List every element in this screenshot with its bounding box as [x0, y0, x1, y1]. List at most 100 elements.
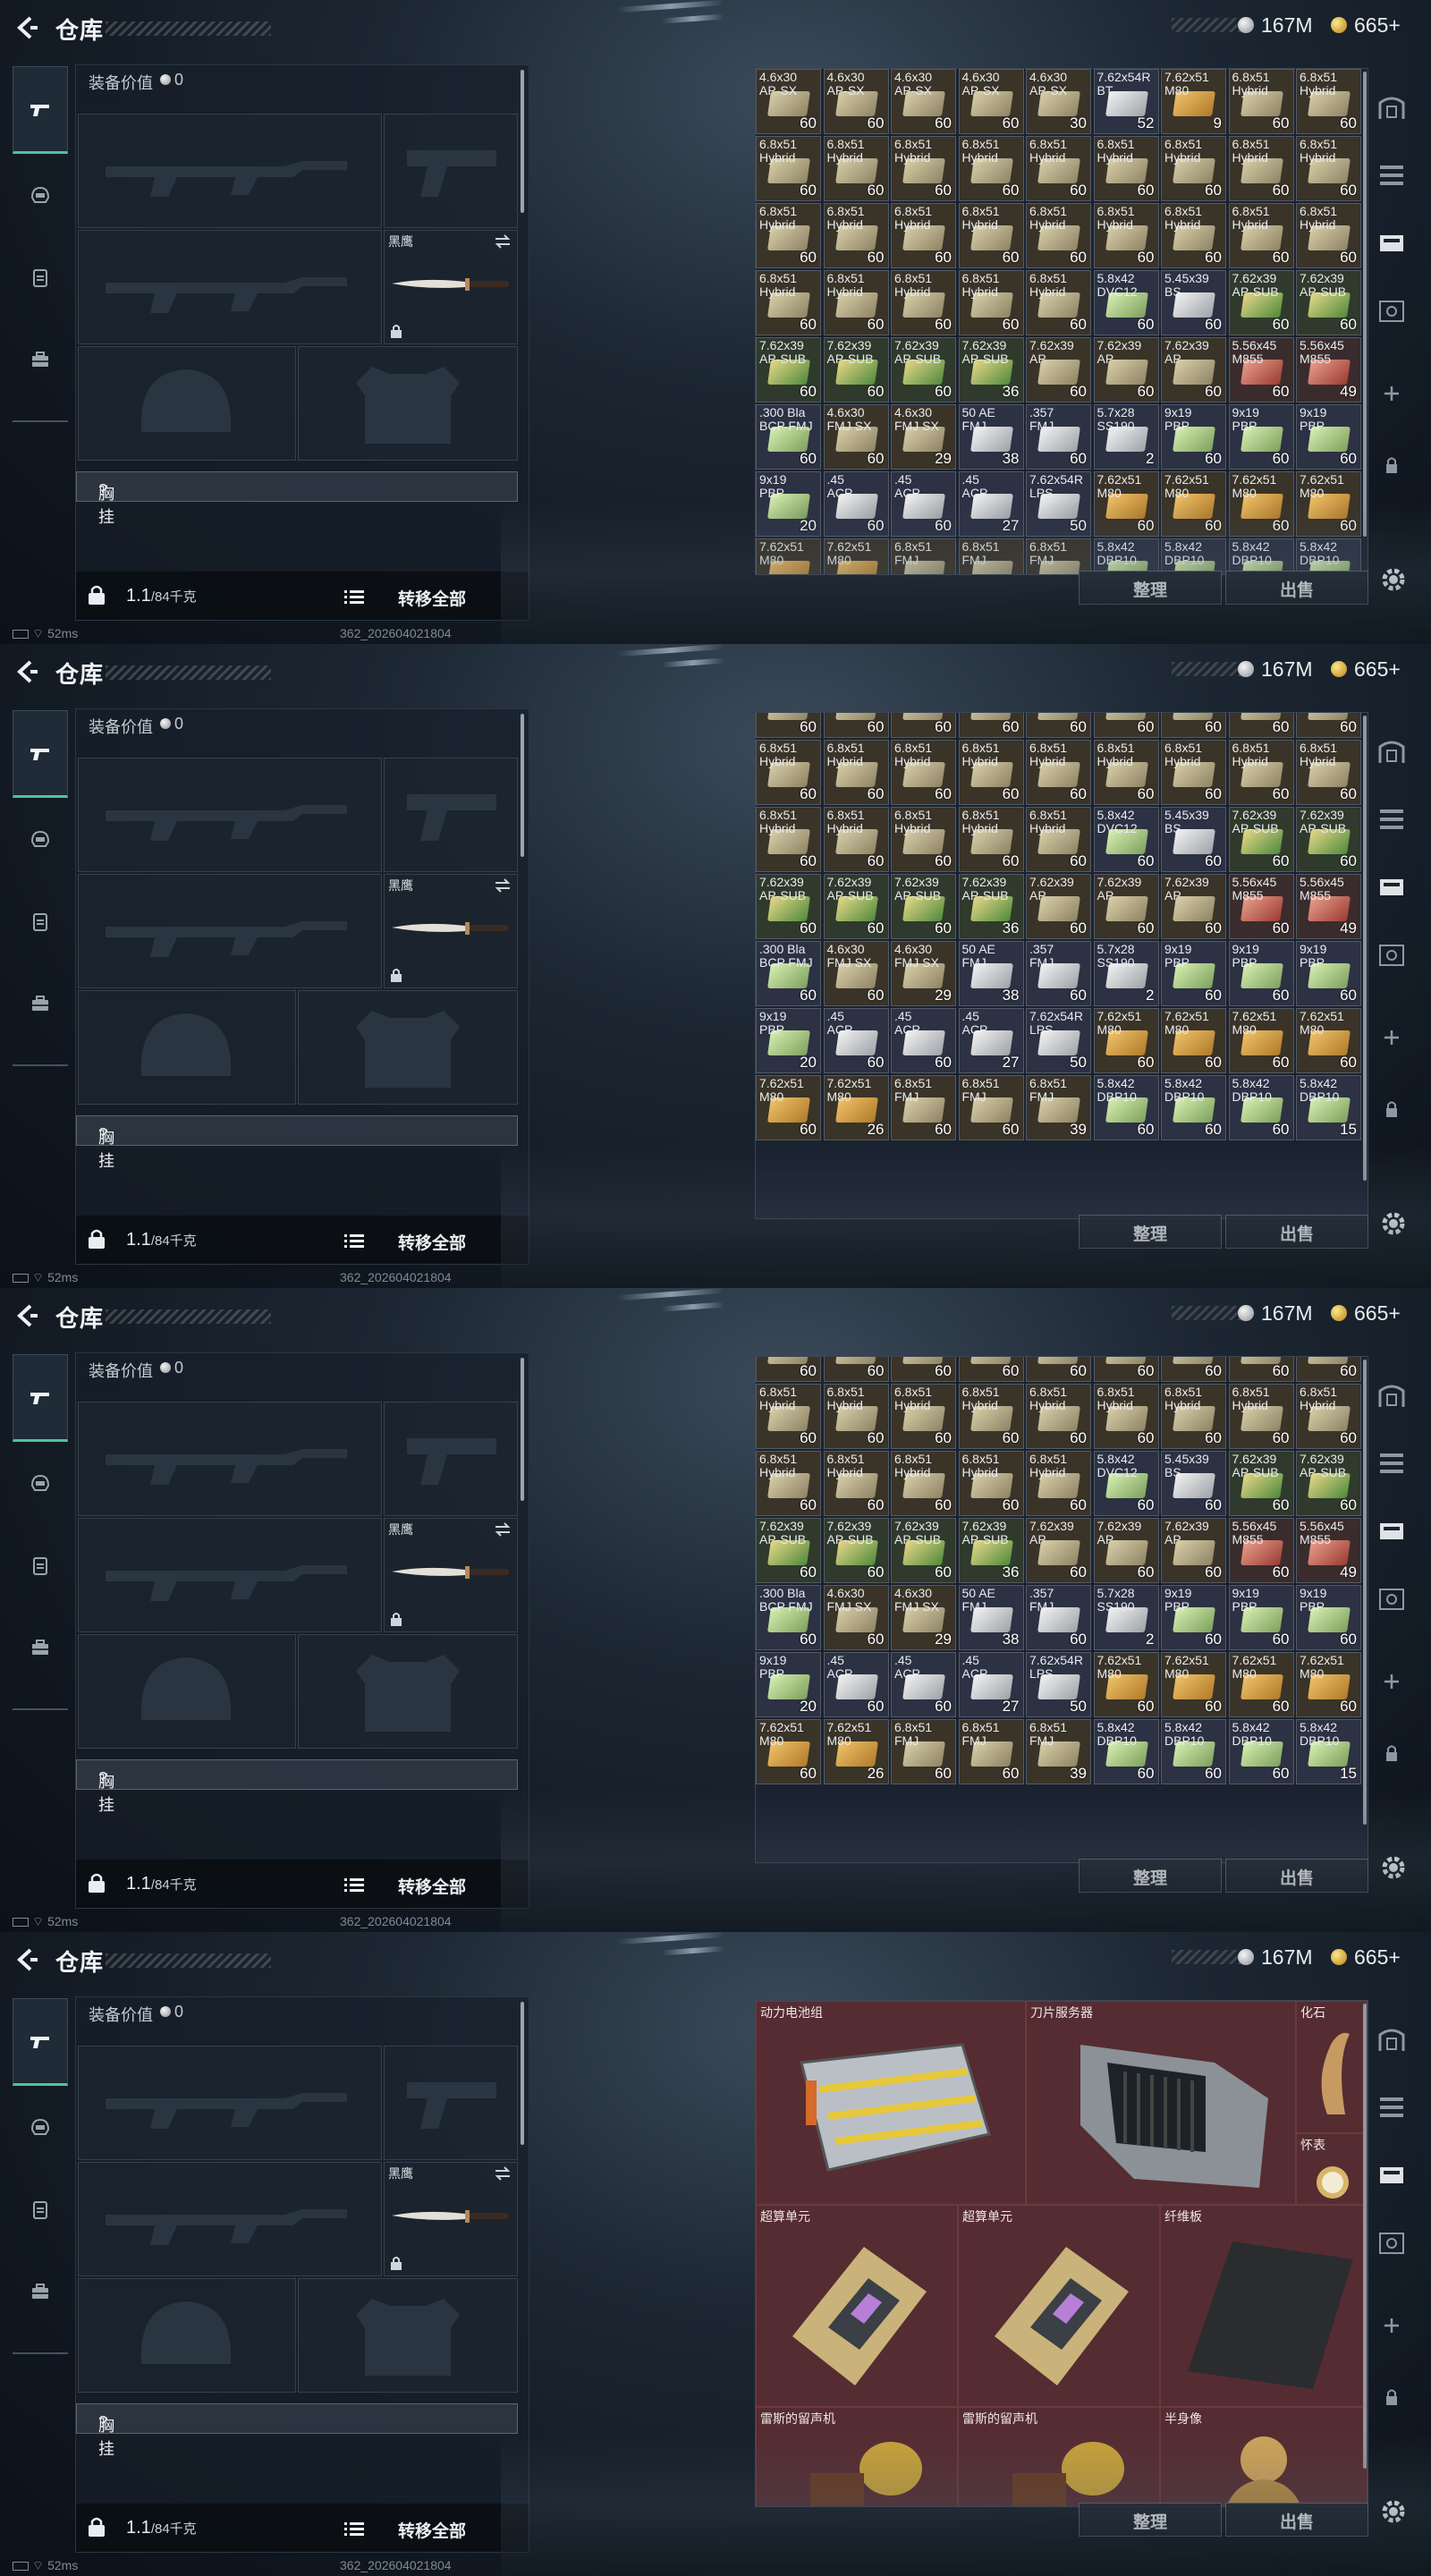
ammo-cell[interactable]: 5.45x39 BS 60 [1161, 807, 1226, 872]
gear-icon[interactable] [1377, 1852, 1410, 1884]
ammo-cell[interactable]: 7.62x39 AP-SUB 60 [891, 1518, 956, 1583]
back-button[interactable] [13, 1302, 39, 1329]
stash-tab-3[interactable] [1374, 225, 1410, 261]
ammo-cell[interactable]: 6.8x51 Hybrid 60 [1228, 740, 1294, 805]
ammo-cell[interactable]: 50 AE FMJ 38 [958, 941, 1024, 1006]
ammo-cell[interactable]: 6.8x51 Hybrid 60 [1093, 203, 1159, 268]
relic-super-unit[interactable]: 超算单元 [756, 2205, 958, 2407]
ammo-cell[interactable]: 60 [1296, 713, 1361, 738]
ammo-cell[interactable]: 6.8x51 Hybrid 60 [756, 1451, 821, 1516]
ammo-cell[interactable]: 5.7x28 SS190 2 [1093, 404, 1159, 470]
melee-slot[interactable]: 黑鹰 [384, 230, 518, 344]
ammo-cell[interactable]: 60 [756, 713, 821, 738]
ammo-cell[interactable]: 6.8x51 FMJ [891, 538, 956, 574]
stash-lock-button[interactable] [1374, 447, 1410, 483]
ammo-cell[interactable]: 7.62x39 AP-SUB 60 [823, 1518, 889, 1583]
ammo-cell[interactable]: 7.62x51 M80 60 [1296, 1008, 1361, 1073]
ammo-cell[interactable]: 5.8x42 DBP10 60 [1093, 1719, 1159, 1784]
ammo-cell[interactable]: 5.8x42 DBP10 60 [1093, 1075, 1159, 1140]
ammo-cell[interactable]: 5.8x42 DBP10 60 [1161, 1075, 1226, 1140]
ammo-cell[interactable]: 5.8x42 DBP10 [1296, 538, 1361, 574]
sort-button[interactable]: 整理 [1079, 571, 1222, 605]
ammo-cell[interactable]: .45 ACP 27 [958, 471, 1024, 537]
ammo-cell[interactable]: 60 [1228, 1357, 1294, 1382]
swap-icon[interactable] [494, 1522, 512, 1537]
ammo-cell[interactable]: 9x19 PBP 60 [1296, 404, 1361, 470]
ammo-cell[interactable]: 6.8x51 Hybrid 60 [958, 1451, 1024, 1516]
nav-backpack[interactable] [13, 236, 68, 318]
swap-icon[interactable] [494, 234, 512, 249]
ammo-cell[interactable]: 6.8x51 Hybrid 60 [891, 203, 956, 268]
ammo-cell[interactable]: 6.8x51 Hybrid 60 [958, 136, 1024, 201]
ammo-cell[interactable]: 6.8x51 Hybrid 60 [1026, 1451, 1091, 1516]
ammo-cell[interactable]: 5.8x42 DBP10 60 [1228, 1075, 1294, 1140]
ammo-cell[interactable]: 5.56x45 M855 49 [1296, 874, 1361, 939]
ammo-cell[interactable]: 50 AE FMJ 38 [958, 404, 1024, 470]
back-button[interactable] [13, 658, 39, 685]
ammo-cell[interactable]: 6.8x51 Hybrid 60 [1026, 203, 1091, 268]
ammo-cell[interactable]: 7.62x51 M80 60 [1296, 1652, 1361, 1717]
ammo-cell[interactable]: 6.8x51 Hybrid 60 [1228, 136, 1294, 201]
ammo-cell[interactable]: 6.8x51 Hybrid 60 [1296, 136, 1361, 201]
ammo-cell[interactable]: 7.62x39 AP-SUB 36 [958, 337, 1024, 402]
ammo-cell[interactable]: 6.8x51 Hybrid 60 [823, 1384, 889, 1449]
ammo-cell[interactable]: 7.62x39 AP-SUB 60 [756, 1518, 821, 1583]
nav-case[interactable] [13, 2250, 68, 2333]
ammo-cell[interactable]: 6.8x51 Hybrid 60 [823, 136, 889, 201]
ammo-cell[interactable]: 7.62x51 M80 60 [1161, 1008, 1226, 1073]
stash-tab-4[interactable] [1374, 1581, 1410, 1617]
ammo-cell[interactable]: 6.8x51 Hybrid 60 [891, 136, 956, 201]
ammo-cell[interactable]: 4.6x30 AP-SX 60 [958, 69, 1024, 134]
ammo-cell[interactable]: 4.6x30 FMJ SX 60 [823, 404, 889, 470]
stash-tab-1[interactable] [1374, 2021, 1410, 2057]
gear-icon[interactable] [1377, 1208, 1410, 1240]
ammo-cell[interactable]: .45 ACP 60 [823, 1008, 889, 1073]
secondary-weapon-slot[interactable] [78, 874, 382, 988]
ammo-cell[interactable]: 6.8x51 Hybrid 60 [1228, 1384, 1294, 1449]
sort-button[interactable]: 整理 [1079, 1859, 1222, 1893]
sell-button[interactable]: 出售 [1225, 571, 1368, 605]
stash-tab-2[interactable] [1374, 2089, 1410, 2125]
equipment-scrollbar[interactable] [521, 2002, 524, 2145]
ammo-cell[interactable]: 60 [958, 713, 1024, 738]
stash-scrollbar[interactable] [1363, 2004, 1367, 2469]
ammo-cell[interactable]: 5.45x39 BS 60 [1161, 270, 1226, 335]
add-stash-button[interactable] [1374, 2308, 1410, 2343]
ammo-cell[interactable]: .45 ACP 27 [958, 1652, 1024, 1717]
swap-icon[interactable] [494, 878, 512, 893]
ammo-cell[interactable]: 6.8x51 Hybrid 60 [1093, 1384, 1159, 1449]
ammo-cell[interactable]: 7.62x39 AP-SUB 60 [1296, 807, 1361, 872]
gear-icon[interactable] [1377, 2496, 1410, 2528]
ammo-cell[interactable]: 5.56x45 M855 49 [1296, 337, 1361, 402]
ammo-cell[interactable]: 6.8x51 Hybrid 60 [1296, 740, 1361, 805]
ammo-cell[interactable]: 7.62x39 AP-SUB 60 [823, 337, 889, 402]
ammo-cell[interactable]: 7.62x51 M80 60 [1296, 471, 1361, 537]
sell-button[interactable]: 出售 [1225, 1859, 1368, 1893]
ammo-cell[interactable]: 9x19 PBP 60 [1228, 1585, 1294, 1650]
ammo-cell[interactable]: 7.62x54R LPS 50 [1026, 471, 1091, 537]
ammo-cell[interactable]: 60 [756, 1357, 821, 1382]
ammo-cell[interactable]: 60 [1161, 1357, 1226, 1382]
ammo-cell[interactable]: 9x19 PBP 60 [1228, 404, 1294, 470]
secondary-weapon-slot[interactable] [78, 230, 382, 344]
ammo-cell[interactable]: 5.8x42 DBP10 [1093, 538, 1159, 574]
ammo-cell[interactable]: 6.8x51 Hybrid 60 [756, 807, 821, 872]
ammo-cell[interactable]: 9x19 PBP 60 [1296, 1585, 1361, 1650]
melee-slot[interactable]: 黑鹰 [384, 874, 518, 988]
ammo-cell[interactable]: 7.62x51 M80 26 [823, 1075, 889, 1140]
nav-armor[interactable] [13, 2086, 68, 2168]
helmet-slot[interactable] [78, 2278, 296, 2393]
ammo-cell[interactable]: 7.62x39 AP-SUB 60 [756, 874, 821, 939]
ammo-cell[interactable]: .357 FMJ 60 [1026, 1585, 1091, 1650]
ammo-cell[interactable]: 7.62x39 AP-SUB 60 [1228, 1451, 1294, 1516]
ammo-cell[interactable]: 5.8x42 DVC12 60 [1093, 807, 1159, 872]
ammo-cell[interactable]: 7.62x39 AP-SUB 36 [958, 874, 1024, 939]
ammo-cell[interactable]: 9x19 PBP 20 [756, 471, 821, 537]
nav-case[interactable] [13, 318, 68, 401]
ammo-cell[interactable]: 6.8x51 Hybrid 60 [1228, 203, 1294, 268]
sort-button[interactable]: 整理 [1079, 2503, 1222, 2537]
ammo-cell[interactable]: .300 Bla BCP FMJ 60 [756, 941, 821, 1006]
body-armor-slot[interactable] [298, 1634, 518, 1749]
ammo-cell[interactable]: 9x19 PBP 60 [1161, 404, 1226, 470]
ammo-cell[interactable]: 6.8x51 Hybrid 60 [958, 270, 1024, 335]
